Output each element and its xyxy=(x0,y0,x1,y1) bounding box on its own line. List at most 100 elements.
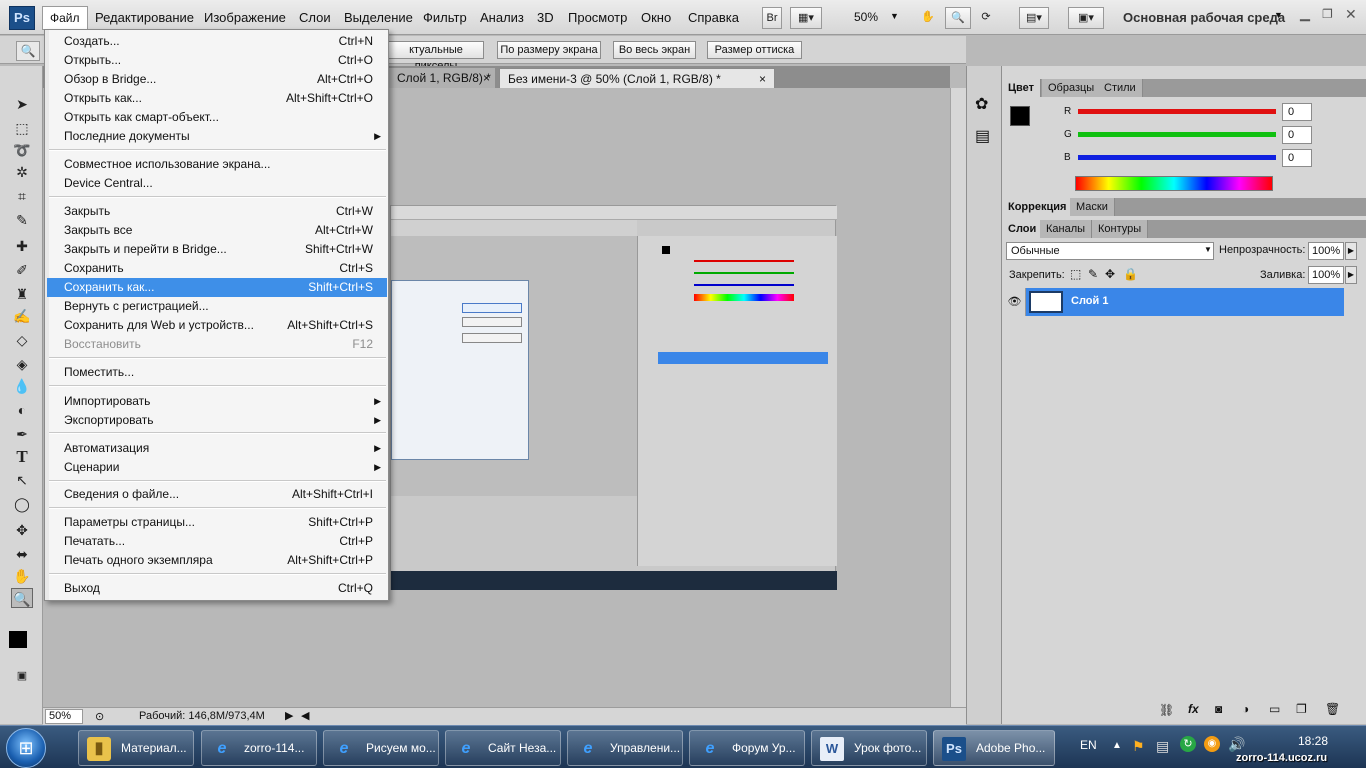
zoom-tool-icon[interactable]: 🔍 xyxy=(945,7,971,29)
menu-item-print-one[interactable]: Печать одного экземпляра Alt+Shift+Ctrl+P xyxy=(47,551,387,570)
menu-item-close-all[interactable]: Закрыть все Alt+Ctrl+W xyxy=(47,221,387,240)
slider-r[interactable] xyxy=(1078,109,1276,114)
menu-item-place[interactable]: Поместить... xyxy=(47,363,387,382)
magic-wand-icon[interactable]: ✲ xyxy=(11,162,33,182)
status-zoom[interactable]: 50% xyxy=(45,709,83,724)
fill-arrow-icon[interactable]: ▶ xyxy=(1345,266,1357,284)
zoom-tool-active-icon[interactable]: 🔍 xyxy=(11,588,33,608)
fill-input[interactable]: 100% xyxy=(1308,266,1344,284)
link-layers-icon[interactable]: ⛓ xyxy=(1159,703,1174,717)
bridge-button[interactable]: Br xyxy=(762,7,782,29)
taskbar-item-word[interactable]: W Урок фото... xyxy=(811,730,927,766)
tab-close-icon[interactable]: × xyxy=(483,68,490,88)
clock[interactable]: 18:28 xyxy=(1298,734,1328,748)
fg-swatch[interactable] xyxy=(1010,106,1030,126)
channel-r-value[interactable]: 0 xyxy=(1282,103,1312,121)
tab-channels[interactable]: Каналы xyxy=(1040,220,1093,238)
menu-item-print[interactable]: Печатать... Ctrl+P xyxy=(47,532,387,551)
new-layer-icon[interactable]: ❐ xyxy=(1296,702,1307,716)
slider-b[interactable] xyxy=(1078,155,1276,160)
adjustment-layer-icon[interactable]: ◑ xyxy=(1242,702,1249,716)
lock-position-icon[interactable]: ✥ xyxy=(1105,267,1115,281)
healing-brush-icon[interactable]: ✚ xyxy=(11,236,33,256)
lock-pixels-icon[interactable]: ✎ xyxy=(1088,267,1098,281)
crop-tool-icon[interactable]: ⌗ xyxy=(11,186,33,206)
menu-item-import[interactable]: Импортировать ▶ xyxy=(47,392,387,411)
vertical-scrollbar[interactable] xyxy=(950,88,966,708)
opacity-arrow-icon[interactable]: ▶ xyxy=(1345,242,1357,260)
taskbar-item-ie-4[interactable]: e Управлени... xyxy=(567,730,683,766)
close-icon[interactable]: ✕ xyxy=(1345,6,1357,23)
workspace-chevron-icon[interactable]: ▼ xyxy=(1274,10,1283,20)
restore-icon[interactable]: ❐ xyxy=(1322,7,1333,21)
slider-g[interactable] xyxy=(1078,132,1276,137)
menu-item-exit[interactable]: Выход Ctrl+Q xyxy=(47,579,387,598)
brush-tool-icon[interactable]: ✐ xyxy=(11,260,33,280)
channel-b-value[interactable]: 0 xyxy=(1282,149,1312,167)
tray-arrow-icon[interactable]: ▲ xyxy=(1112,740,1122,751)
menu-item-device-central[interactable]: Device Central... xyxy=(47,174,387,193)
pen-tool-icon[interactable]: ✒ xyxy=(11,424,33,444)
new-group-icon[interactable]: ▭ xyxy=(1269,702,1280,716)
type-tool-icon[interactable]: T xyxy=(11,447,33,467)
menu-layers[interactable]: Слои xyxy=(299,10,331,25)
stamp-tool-icon[interactable]: ♜ xyxy=(11,284,33,304)
menu-item-new[interactable]: Создать... Ctrl+N xyxy=(47,32,387,51)
menu-select[interactable]: Выделение xyxy=(344,10,413,25)
taskbar-item-ie-3[interactable]: e Сайт Незa... xyxy=(445,730,561,766)
menu-image[interactable]: Изображение xyxy=(204,10,286,25)
taskbar-item-ie-5[interactable]: e Форум Ур... xyxy=(689,730,805,766)
layer-row[interactable]: 👁 Слой 1 xyxy=(1004,288,1344,316)
path-select-icon[interactable]: ↖ xyxy=(11,470,33,490)
menu-item-close-go-bridge[interactable]: Закрыть и перейти в Bridge... Shift+Ctrl+… xyxy=(47,240,387,259)
menu-item-recent[interactable]: Последние документы ▶ xyxy=(47,127,387,146)
status-arrow-icon[interactable]: ▶ xyxy=(285,709,293,722)
print-size-button[interactable]: Размер оттиска xyxy=(707,41,802,59)
lasso-tool-icon[interactable]: ➰ xyxy=(11,140,33,160)
taskbar-item-photoshop[interactable]: Ps Adobe Pho... xyxy=(933,730,1055,766)
tray-sync-icon[interactable]: ↻ xyxy=(1180,736,1196,752)
rotate-view-icon[interactable]: ⟳ xyxy=(975,7,997,29)
language-indicator[interactable]: EN xyxy=(1080,738,1097,752)
color-spectrum[interactable] xyxy=(1075,176,1273,191)
start-button[interactable]: ⊞ xyxy=(6,728,46,768)
tray-network-icon[interactable]: ▤ xyxy=(1156,738,1169,755)
layer-name[interactable]: Слой 1 xyxy=(1071,295,1108,307)
extras-button[interactable]: ▦▾ xyxy=(790,7,822,29)
menu-item-file-info[interactable]: Сведения о файле... Alt+Shift+Ctrl+I xyxy=(47,485,387,504)
tab-layers[interactable]: Слои xyxy=(1002,220,1044,238)
add-mask-icon[interactable]: ◙ xyxy=(1215,702,1222,716)
tab-document-2[interactable]: Без имени-3 @ 50% (Слой 1, RGB/8) * × xyxy=(499,68,775,88)
eyedropper-icon[interactable]: ✎ xyxy=(11,210,33,230)
ellipse-tool-icon[interactable]: ◯ xyxy=(11,494,33,514)
menu-item-open[interactable]: Открыть... Ctrl+O xyxy=(47,51,387,70)
menu-item-save-web[interactable]: Сохранить для Web и устройств... Alt+Shif… xyxy=(47,316,387,335)
tray-flag-icon[interactable]: ⚑ xyxy=(1132,738,1145,755)
menu-3d[interactable]: 3D xyxy=(537,10,554,25)
menu-filter[interactable]: Фильтр xyxy=(423,10,467,25)
scroll-left-icon[interactable]: ◀ xyxy=(301,709,309,722)
history-panel-icon[interactable]: ▤ xyxy=(975,126,990,146)
history-brush-icon[interactable]: ✍ xyxy=(11,306,33,326)
tab-document-1[interactable]: Слой 1, RGB/8) * × xyxy=(389,68,495,88)
menu-item-save-as[interactable]: Сохранить как... Shift+Ctrl+S xyxy=(47,278,387,297)
menu-file[interactable]: Файл xyxy=(42,6,88,30)
menu-item-open-smart-object[interactable]: Открыть как смарт-объект... xyxy=(47,108,387,127)
taskbar-item-ie-2[interactable]: e Рисуем мо... xyxy=(323,730,439,766)
opacity-input[interactable]: 100% xyxy=(1308,242,1344,260)
lock-transparency-icon[interactable]: ⬚ xyxy=(1070,267,1081,281)
taskbar-item-explorer[interactable]: ▮ Материал... xyxy=(78,730,194,766)
lock-all-icon[interactable]: 🔒 xyxy=(1123,267,1138,281)
tray-volume-icon[interactable]: 🔊 xyxy=(1228,736,1245,753)
menu-view[interactable]: Просмотр xyxy=(568,10,627,25)
menu-item-check-in[interactable]: Вернуть с регистрацией... xyxy=(47,297,387,316)
arrange-docs-button[interactable]: ▤▾ xyxy=(1019,7,1049,29)
tab-swatches[interactable]: Образцы xyxy=(1042,79,1102,97)
tab-masks[interactable]: Маски xyxy=(1070,198,1115,216)
actual-pixels-button[interactable]: ктуальные пикселы xyxy=(388,41,484,72)
tab-close-icon[interactable]: × xyxy=(759,69,766,89)
workspace-label[interactable]: Основная рабочая среда xyxy=(1123,10,1285,25)
taskbar-item-ie-1[interactable]: e zorro-114... xyxy=(201,730,317,766)
3d-rotate-icon[interactable]: ✥ xyxy=(11,520,33,540)
zoom-select[interactable]: 50% xyxy=(854,10,878,24)
